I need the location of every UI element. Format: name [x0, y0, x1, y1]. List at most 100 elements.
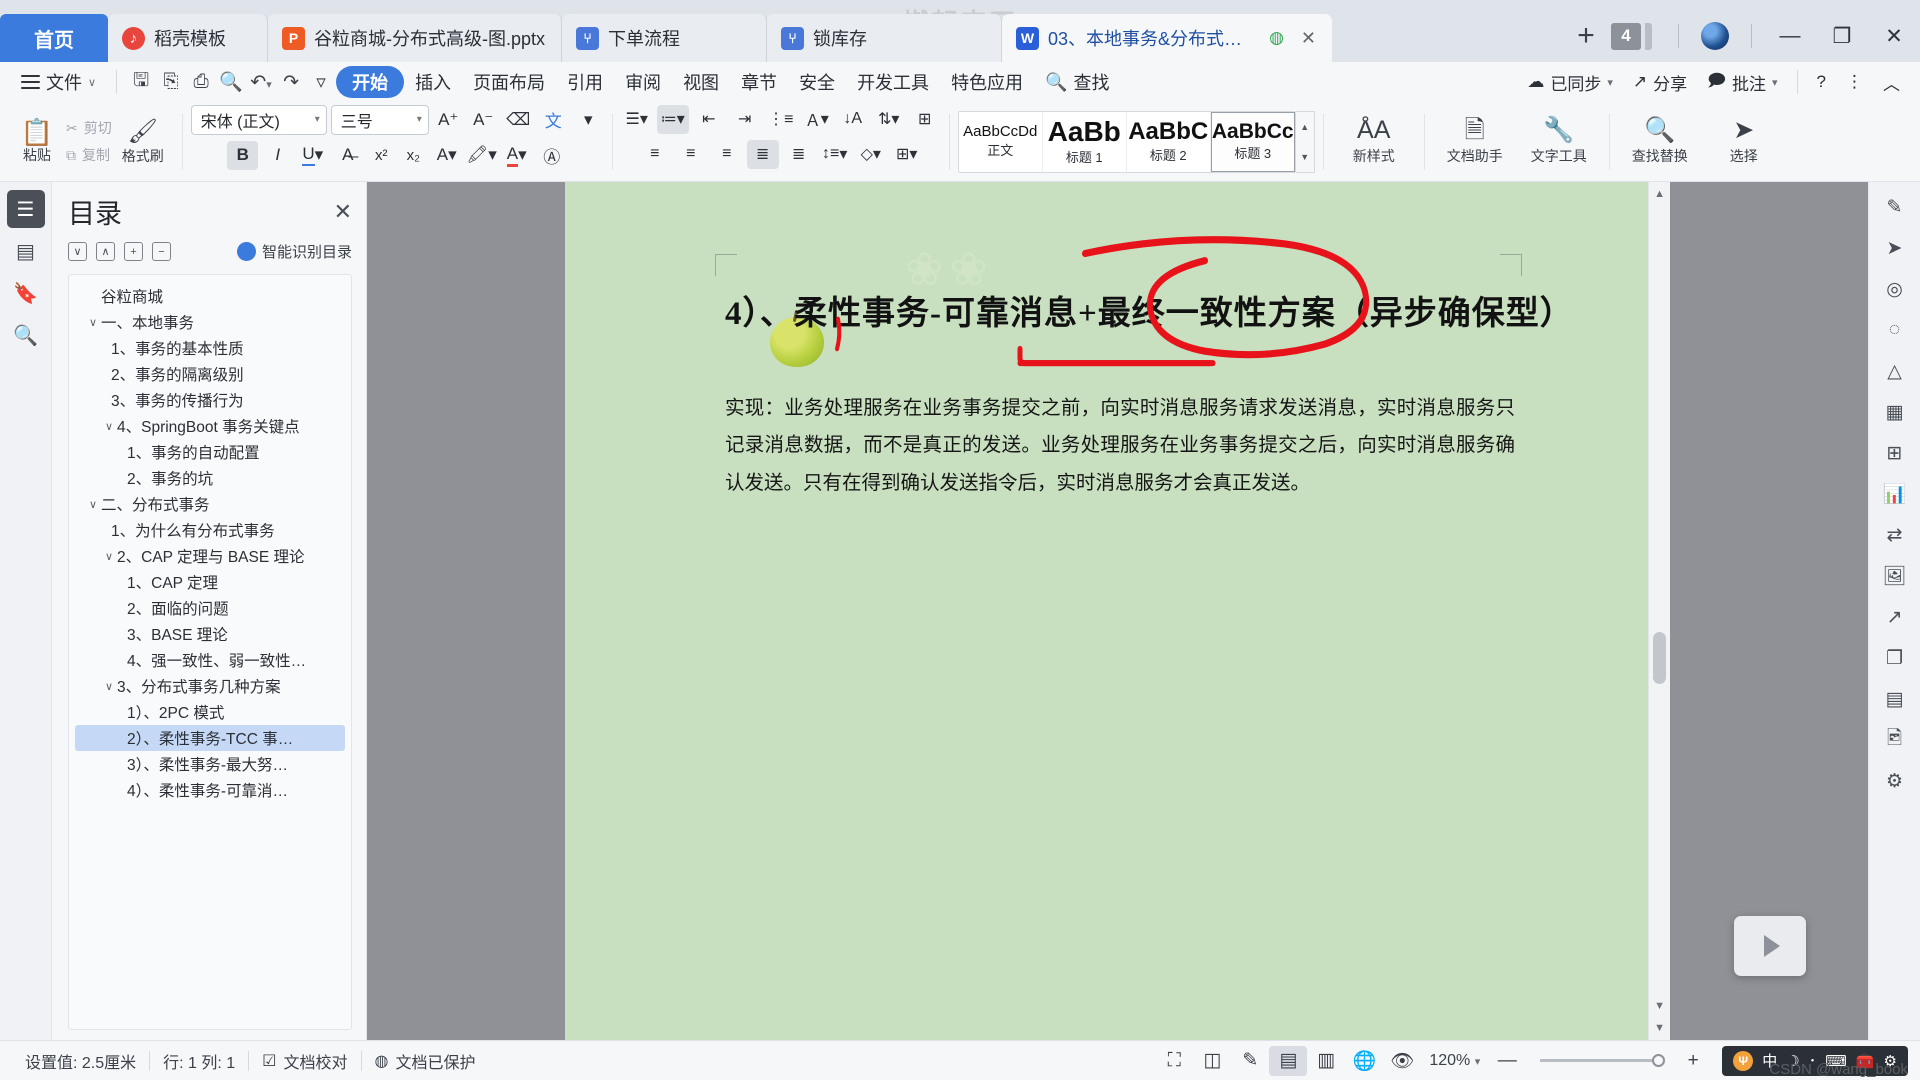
list-item[interactable]: 4）、柔性事务-可靠消…: [75, 777, 345, 803]
list-item[interactable]: 1）、2PC 模式: [75, 699, 345, 725]
list-item[interactable]: 4、强一致性、弱一致性…: [75, 647, 345, 673]
chevron-down-icon[interactable]: ∨: [101, 680, 117, 693]
toc-outline-icon[interactable]: ☰: [6, 190, 45, 228]
document-body-text[interactable]: 实现：业务处理服务在业务事务提交之前，向实时消息服务请求发送消息，实时消息服务只…: [725, 390, 1515, 502]
chevron-down-icon[interactable]: ∨: [101, 420, 117, 433]
panel-icon[interactable]: ▤: [1876, 680, 1914, 718]
scrollbar-thumb[interactable]: [1653, 632, 1666, 684]
new-style-button[interactable]: ÅA 新样式: [1332, 117, 1416, 166]
settings-icon[interactable]: ⚙: [1876, 762, 1914, 800]
tab-active-document[interactable]: W 03、本地事务&分布式事务 ◍ ✕: [1002, 14, 1333, 62]
list-item[interactable]: 3）、柔性事务-最大努…: [75, 751, 345, 777]
picture-icon[interactable]: 🖻: [1876, 721, 1914, 759]
style-item-heading1[interactable]: AaBb 标题 1: [1043, 111, 1127, 172]
zoom-slider-knob[interactable]: [1652, 1054, 1666, 1067]
align-right-icon[interactable]: ≡: [711, 140, 743, 169]
bookmark-icon[interactable]: 🔖: [7, 274, 45, 312]
shading-icon[interactable]: ◇ ▾: [855, 140, 887, 169]
clear-format-icon[interactable]: ⌫: [503, 105, 534, 134]
font-color-button[interactable]: A ▾: [501, 141, 532, 170]
show-marks-icon[interactable]: ⊞: [909, 105, 941, 134]
list-item[interactable]: 2、事务的隔离级别: [75, 361, 345, 387]
sort-icon[interactable]: ↓A: [837, 105, 869, 134]
customize-quick-access-icon[interactable]: ▿: [306, 71, 336, 94]
fullscreen-icon[interactable]: ⛶: [1155, 1046, 1193, 1076]
subscript-button[interactable]: x₂: [399, 141, 427, 170]
list-item[interactable]: 1、事务的基本性质: [75, 335, 345, 361]
zoom-level[interactable]: 120% ▾: [1421, 1052, 1488, 1070]
save-as-icon[interactable]: ⎘: [156, 71, 186, 93]
list-item[interactable]: ∨ 3、分布式事务几种方案: [75, 673, 345, 699]
play-icon[interactable]: [1764, 935, 1780, 957]
document-page[interactable]: ❀❀ 4）、柔性事务-可靠消息+最终一致性方案（异步确保型） 实现：业务处理服务…: [565, 182, 1670, 1040]
pinyin-icon[interactable]: 文: [538, 105, 569, 134]
pen-icon[interactable]: ✎: [1876, 188, 1914, 226]
document-vertical-scrollbar[interactable]: ▲ ▼ ▼: [1648, 182, 1670, 1040]
strikethrough-button[interactable]: A̶: [332, 141, 363, 170]
chevron-down-icon[interactable]: ∨: [101, 550, 117, 563]
close-window-button[interactable]: ✕: [1868, 24, 1920, 49]
zoom-out-button[interactable]: —: [1488, 1046, 1526, 1076]
tab-docer-template[interactable]: ♪ 稻壳模板: [108, 14, 268, 62]
borders-icon[interactable]: ⊞ ▾: [891, 140, 923, 169]
share-button[interactable]: ↗ 分享: [1623, 70, 1697, 95]
stack-icon[interactable]: ❐: [1876, 639, 1914, 677]
list-item-selected[interactable]: 2）、柔性事务-TCC 事…: [75, 725, 345, 751]
search-doc-icon[interactable]: 🔍: [7, 316, 45, 354]
more-options-button[interactable]: ⋮: [1836, 72, 1873, 92]
font-size-combo[interactable]: 三号 ▾: [330, 104, 429, 135]
save-icon[interactable]: 🖫: [126, 66, 156, 98]
tab-view[interactable]: 视图: [672, 66, 730, 98]
doc-assistant-button[interactable]: 🗎 文档助手: [1433, 117, 1517, 166]
list-item[interactable]: 3、BASE 理论: [75, 621, 345, 647]
list-item[interactable]: 3、事务的传播行为: [75, 387, 345, 413]
increase-indent-icon[interactable]: ⇥: [729, 105, 761, 134]
close-icon[interactable]: ✕: [334, 199, 352, 225]
tab-count-badge[interactable]: 4: [1611, 22, 1641, 50]
chevron-down-icon[interactable]: ∨: [85, 498, 101, 511]
zoom-in-button[interactable]: +: [1674, 1046, 1712, 1076]
floating-video-player[interactable]: [1734, 916, 1806, 976]
minimize-button[interactable]: —: [1764, 24, 1816, 48]
align-justify-icon[interactable]: ≣: [746, 139, 779, 169]
list-item[interactable]: 1、事务的自动配置: [75, 439, 345, 465]
chevron-down-icon[interactable]: ▼: [1654, 1000, 1665, 1012]
collapse-ribbon-button[interactable]: ︿: [1873, 70, 1910, 95]
align-center-icon[interactable]: ≡: [675, 140, 707, 169]
tab-section[interactable]: 章节: [730, 66, 788, 98]
undo-icon[interactable]: ↶▾: [246, 71, 276, 94]
tab-page-layout[interactable]: 页面布局: [462, 66, 556, 98]
page-view-icon[interactable]: ▤: [1269, 1045, 1308, 1076]
tab-review[interactable]: 审阅: [614, 66, 672, 98]
table-icon[interactable]: ▦: [1876, 393, 1914, 431]
underline-button[interactable]: U ▾: [297, 141, 328, 170]
select-button[interactable]: ➤ 选择: [1702, 117, 1786, 166]
collapse-up-icon[interactable]: ∧: [96, 242, 115, 261]
style-item-body[interactable]: AaBbCcDd 正文: [959, 111, 1043, 172]
style-item-heading2[interactable]: AaBbC 标题 2: [1127, 111, 1211, 172]
document-area[interactable]: ❀❀ 4）、柔性事务-可靠消息+最终一致性方案（异步确保型） 实现：业务处理服务…: [367, 182, 1868, 1040]
web-icon[interactable]: 🌐: [1345, 1046, 1383, 1076]
web-layout-icon[interactable]: ▥: [1307, 1046, 1345, 1076]
paste-button[interactable]: 📋 粘贴: [8, 119, 66, 165]
document-heading[interactable]: 4）、柔性事务-可靠消息+最终一致性方案（异步确保型）: [725, 286, 1574, 334]
line-spacing-icon[interactable]: ↕≡ ▾: [819, 140, 851, 169]
copy-button[interactable]: ⧉ 复制: [66, 145, 112, 165]
close-icon[interactable]: ✕: [1301, 28, 1316, 49]
tab-start[interactable]: 开始: [336, 66, 405, 98]
list-item[interactable]: ∨ 4、SpringBoot 事务关键点: [75, 413, 345, 439]
chevron-up-icon[interactable]: ▲: [1296, 112, 1314, 142]
next-page-icon[interactable]: ▼: [1654, 1022, 1665, 1034]
superscript-button[interactable]: x²: [367, 141, 395, 170]
list-item[interactable]: ∨ 一、本地事务: [75, 309, 345, 335]
decrease-indent-icon[interactable]: ⇤: [693, 105, 725, 134]
tab-dev-tools[interactable]: 开发工具: [846, 66, 940, 98]
grid-icon[interactable]: ⊞: [1876, 434, 1914, 472]
list-item[interactable]: ∨ 2、CAP 定理与 BASE 理论: [75, 543, 345, 569]
list-item[interactable]: 2、面临的问题: [75, 595, 345, 621]
list-item[interactable]: 1、为什么有分布式事务: [75, 517, 345, 543]
text-tools-button[interactable]: 🔧 文字工具: [1517, 117, 1601, 166]
redo-icon[interactable]: ↷: [276, 71, 306, 94]
list-item[interactable]: 2、事务的坑: [75, 465, 345, 491]
char-case-icon[interactable]: ▾: [573, 105, 604, 134]
